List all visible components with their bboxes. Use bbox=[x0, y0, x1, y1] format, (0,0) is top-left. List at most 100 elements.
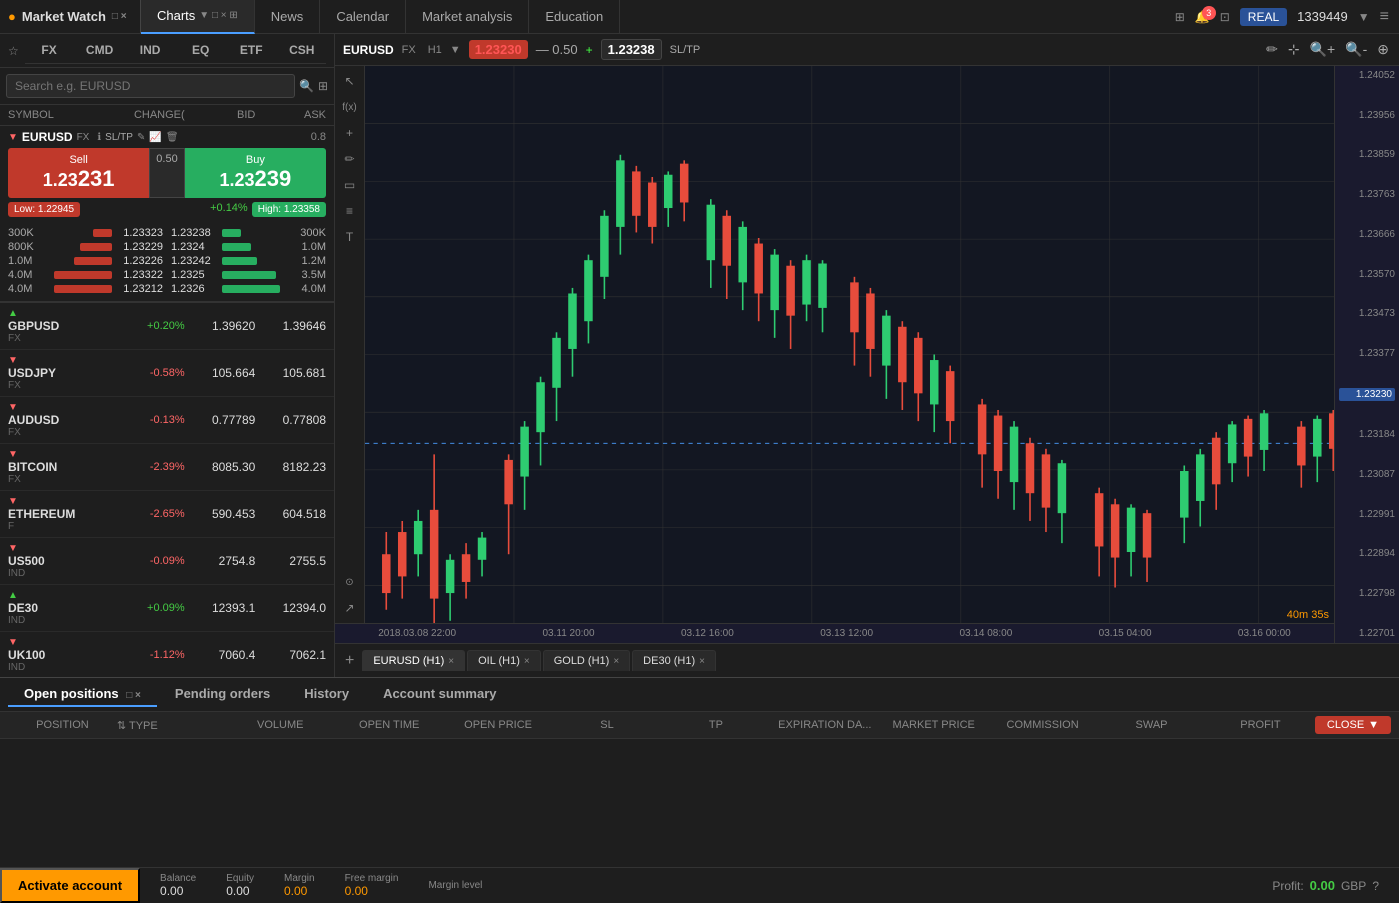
sell-button[interactable]: Sell 1.23231 bbox=[8, 148, 149, 198]
tab-cmd[interactable]: CMD bbox=[75, 37, 124, 63]
tab-csh[interactable]: CSH bbox=[278, 37, 327, 63]
add-chart-tab[interactable]: + bbox=[339, 652, 360, 670]
tool-plus[interactable]: + bbox=[339, 122, 361, 144]
col-type[interactable]: ⇅ TYPE bbox=[117, 719, 226, 732]
tab-open-positions[interactable]: Open positions □ × bbox=[8, 682, 157, 707]
tab-pending-orders[interactable]: Pending orders bbox=[159, 682, 286, 707]
chart-tab-eurusd[interactable]: EURUSD (H1) × bbox=[362, 650, 465, 671]
close-all-button[interactable]: CLOSE ▼ bbox=[1315, 716, 1391, 734]
ethereum-bid: 590.453 bbox=[185, 507, 256, 521]
close-button-label: CLOSE bbox=[1327, 719, 1364, 731]
chart-tab-de30-close[interactable]: × bbox=[699, 656, 705, 667]
sell-price-bold: 231 bbox=[78, 166, 115, 191]
usdjpy-arrow: ▼ bbox=[8, 355, 114, 366]
right-panel: EURUSD FX H1 ▼ 1.23230 — 0.50 + 1.23238 … bbox=[335, 34, 1399, 677]
chart-tool-zoom-out[interactable]: 🔍- bbox=[1343, 39, 1369, 60]
tab-news[interactable]: News bbox=[255, 0, 321, 34]
star-icon[interactable]: ☆ bbox=[8, 44, 19, 58]
ob-row-1: 300K 1.23323 1.23238 300K bbox=[8, 227, 326, 239]
us500-name: US500 bbox=[8, 554, 114, 568]
time-label-5: 03.14 08:00 bbox=[959, 628, 1012, 639]
tab-fx[interactable]: FX bbox=[25, 37, 74, 63]
chart-tool-zoom-in[interactable]: 🔍+ bbox=[1308, 39, 1338, 60]
grid-view-icon[interactable]: ⊞ bbox=[318, 79, 328, 93]
eurusd-collapse-arrow[interactable]: ▼ bbox=[8, 132, 18, 143]
activate-label: Activate account bbox=[18, 878, 122, 893]
tab-ind[interactable]: IND bbox=[126, 37, 175, 63]
tab-eq[interactable]: EQ bbox=[176, 37, 225, 63]
chart-tab-oil-close[interactable]: × bbox=[524, 656, 530, 667]
tool-share[interactable]: ↗ bbox=[339, 597, 361, 619]
tab-charts[interactable]: Charts ▼ □ × ⊞ bbox=[141, 0, 255, 34]
tool-indicators[interactable]: ⊙ bbox=[339, 571, 361, 593]
time-label-7: 03.16 00:00 bbox=[1238, 628, 1291, 639]
chart-tool-crosshair[interactable]: ⊹ bbox=[1286, 39, 1302, 60]
tool-pen[interactable]: ✏ bbox=[339, 148, 361, 170]
tab-account-summary[interactable]: Account summary bbox=[367, 682, 512, 707]
uk100-bid: 7060.4 bbox=[185, 648, 256, 662]
list-item[interactable]: ▲ DE30 IND +0.09% 12393.1 12394.0 bbox=[0, 585, 334, 632]
col-position: POSITION bbox=[8, 719, 117, 731]
symbol-type-tabs: FX CMD IND EQ ETF CSH bbox=[25, 37, 326, 64]
chart-tab-oil[interactable]: OIL (H1) × bbox=[467, 650, 541, 671]
chart-tab-eurusd-close[interactable]: × bbox=[448, 656, 454, 667]
ob-vol-left-3: 1.0M bbox=[8, 255, 48, 267]
price-level-4: 1.23763 bbox=[1339, 189, 1395, 200]
eurusd-edit-icon[interactable]: ✎ bbox=[137, 132, 145, 143]
tool-cursor[interactable]: ↖ bbox=[339, 70, 361, 92]
tool-lines[interactable]: ≡ bbox=[339, 200, 361, 222]
list-item[interactable]: ▼ BITCOIN FX -2.39% 8085.30 8182.23 bbox=[0, 444, 334, 491]
ob-vol-left-1: 300K bbox=[8, 227, 48, 239]
symbol-list: ▲ GBPUSD FX +0.20% 1.39620 1.39646 ▼ USD… bbox=[0, 303, 334, 677]
activate-account-button[interactable]: Activate account bbox=[0, 868, 140, 903]
tool-fx[interactable]: f(x) bbox=[339, 96, 361, 118]
chart-tab-de30[interactable]: DE30 (H1) × bbox=[632, 650, 716, 671]
ethereum-name: ETHEREUM bbox=[8, 507, 114, 521]
uk100-type: IND bbox=[8, 662, 114, 673]
hamburger-menu[interactable]: ≡ bbox=[1380, 8, 1389, 26]
col-open-time: OPEN TIME bbox=[335, 719, 444, 731]
tool-rect[interactable]: ▭ bbox=[339, 174, 361, 196]
margin-label: Margin bbox=[284, 873, 315, 884]
list-item[interactable]: ▼ UK100 IND -1.12% 7060.4 7062.1 bbox=[0, 632, 334, 677]
price-level-5: 1.23666 bbox=[1339, 229, 1395, 240]
account-dropdown[interactable]: ▼ bbox=[1358, 10, 1370, 24]
tab-etf[interactable]: ETF bbox=[227, 37, 276, 63]
list-item[interactable]: ▲ GBPUSD FX +0.20% 1.39620 1.39646 bbox=[0, 303, 334, 350]
eurusd-info-icon[interactable]: ℹ bbox=[97, 132, 101, 143]
chart-price-red: 1.23230 bbox=[469, 40, 528, 59]
tab-history[interactable]: History bbox=[288, 682, 365, 707]
chart-tab-gold-label: GOLD (H1) bbox=[554, 655, 610, 667]
audusd-arrow: ▼ bbox=[8, 402, 114, 413]
eurusd-change: 0.8 bbox=[311, 131, 326, 143]
chart-tf-arrow[interactable]: ▼ bbox=[450, 44, 461, 56]
help-icon[interactable]: ? bbox=[1372, 879, 1379, 893]
candlestick-chart bbox=[365, 66, 1399, 643]
chart-tool-crosshair2[interactable]: ⊕ bbox=[1375, 39, 1391, 60]
ob-bar-buy-3 bbox=[222, 257, 257, 265]
tab-market-analysis[interactable]: Market analysis bbox=[406, 0, 529, 34]
list-item[interactable]: ▼ AUDUSD FX -0.13% 0.77789 0.77808 bbox=[0, 397, 334, 444]
eurusd-chart-icon[interactable]: 📈 bbox=[149, 132, 161, 143]
list-item[interactable]: ▼ ETHEREUM F -2.65% 590.453 604.518 bbox=[0, 491, 334, 538]
status-equity: Equity 0.00 bbox=[226, 873, 254, 898]
tab-calendar[interactable]: Calendar bbox=[320, 0, 406, 34]
ob-price-sell-1: 1.23323 bbox=[112, 227, 167, 239]
col-bid-header: BID bbox=[185, 109, 256, 121]
eurusd-delete-icon[interactable]: 🗑 bbox=[166, 132, 179, 143]
tool-text[interactable]: T bbox=[339, 226, 361, 248]
chart-tab-gold[interactable]: GOLD (H1) × bbox=[543, 650, 630, 671]
price-level-13: 1.22798 bbox=[1339, 588, 1395, 599]
tab-education[interactable]: Education bbox=[529, 0, 620, 34]
us500-arrow: ▼ bbox=[8, 543, 114, 554]
search-icon[interactable]: 🔍 bbox=[299, 79, 314, 93]
ob-price-sell-4: 1.23322 bbox=[112, 269, 167, 281]
search-input[interactable] bbox=[6, 74, 295, 98]
chart-tool-pen[interactable]: ✏ bbox=[1264, 39, 1280, 60]
uk100-change: -1.12% bbox=[114, 649, 185, 661]
eurusd-sltp-label: SL/TP bbox=[105, 132, 133, 143]
list-item[interactable]: ▼ US500 IND -0.09% 2754.8 2755.5 bbox=[0, 538, 334, 585]
list-item[interactable]: ▼ USDJPY FX -0.58% 105.664 105.681 bbox=[0, 350, 334, 397]
buy-button[interactable]: Buy 1.23239 bbox=[185, 148, 326, 198]
chart-tab-gold-close[interactable]: × bbox=[613, 656, 619, 667]
